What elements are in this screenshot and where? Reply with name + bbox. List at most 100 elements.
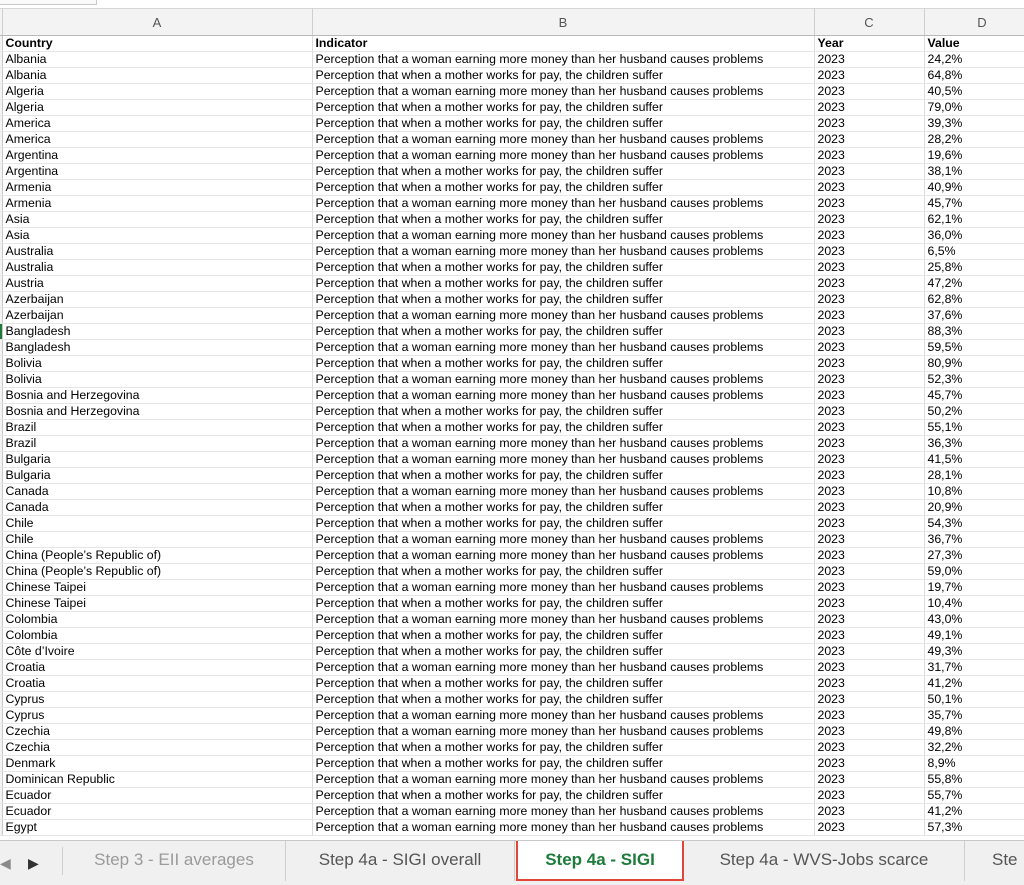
cell-indicator[interactable]: Perception that when a mother works for … — [312, 675, 815, 692]
cell-country[interactable]: Bolivia — [2, 371, 313, 388]
cell-country[interactable]: Côte d’Ivoire — [2, 643, 313, 660]
cell-year[interactable]: 2023 — [814, 739, 925, 756]
cell-year[interactable]: 2023 — [814, 691, 925, 708]
cell-indicator[interactable]: Perception that when a mother works for … — [312, 291, 815, 308]
cell-country-header[interactable]: Country — [2, 35, 313, 52]
cell-indicator[interactable]: Perception that a woman earning more mon… — [312, 451, 815, 468]
cell-value[interactable]: 39,3% — [924, 115, 1024, 132]
cell-indicator[interactable]: Perception that when a mother works for … — [312, 115, 815, 132]
cell-indicator[interactable]: Perception that when a mother works for … — [312, 499, 815, 516]
cell-country[interactable]: Bosnia and Herzegovina — [2, 387, 313, 404]
cell-year[interactable]: 2023 — [814, 195, 925, 212]
cell-indicator[interactable]: Perception that a woman earning more mon… — [312, 707, 815, 724]
cell-value[interactable]: 10,8% — [924, 483, 1024, 500]
cell-country[interactable]: Chile — [2, 531, 313, 548]
cell-country[interactable]: Bangladesh — [2, 339, 313, 356]
cell-year[interactable]: 2023 — [814, 515, 925, 532]
cell-value[interactable]: 49,8% — [924, 723, 1024, 740]
cell-value[interactable]: 62,8% — [924, 291, 1024, 308]
cell-country[interactable]: Brazil — [2, 435, 313, 452]
cell-country[interactable]: Argentina — [2, 147, 313, 164]
cell-country[interactable]: Egypt — [2, 819, 313, 836]
cell-year[interactable]: 2023 — [814, 531, 925, 548]
cell-indicator[interactable]: Perception that when a mother works for … — [312, 691, 815, 708]
cell-country[interactable]: Colombia — [2, 611, 313, 628]
cell-indicator[interactable]: Perception that a woman earning more mon… — [312, 579, 815, 596]
cell-indicator[interactable]: Perception that when a mother works for … — [312, 259, 815, 276]
cell-value[interactable]: 20,9% — [924, 499, 1024, 516]
cell-indicator[interactable]: Perception that a woman earning more mon… — [312, 243, 815, 260]
cell-indicator[interactable]: Perception that when a mother works for … — [312, 99, 815, 116]
cell-year[interactable]: 2023 — [814, 787, 925, 804]
cell-value[interactable]: 19,6% — [924, 147, 1024, 164]
cell-value[interactable]: 52,3% — [924, 371, 1024, 388]
cell-year[interactable]: 2023 — [814, 99, 925, 116]
cell-country[interactable]: Cyprus — [2, 691, 313, 708]
cell-year[interactable]: 2023 — [814, 659, 925, 676]
cell-country[interactable]: Croatia — [2, 675, 313, 692]
cell-year[interactable]: 2023 — [814, 451, 925, 468]
cell-value[interactable]: 35,7% — [924, 707, 1024, 724]
cell-value[interactable]: 25,8% — [924, 259, 1024, 276]
cell-year[interactable]: 2023 — [814, 83, 925, 100]
cell-year[interactable]: 2023 — [814, 179, 925, 196]
cell-value[interactable]: 6,5% — [924, 243, 1024, 260]
cell-year[interactable]: 2023 — [814, 563, 925, 580]
cell-value[interactable]: 88,3% — [924, 323, 1024, 340]
cell-year[interactable]: 2023 — [814, 387, 925, 404]
cell-year[interactable]: 2023 — [814, 675, 925, 692]
cell-value[interactable]: 80,9% — [924, 355, 1024, 372]
cell-country[interactable]: Croatia — [2, 659, 313, 676]
triangle-left-icon[interactable]: ◀ — [0, 855, 11, 872]
cell-country[interactable]: Colombia — [2, 627, 313, 644]
cell-indicator[interactable]: Perception that when a mother works for … — [312, 355, 815, 372]
cell-year[interactable]: 2023 — [814, 339, 925, 356]
cell-value[interactable]: 62,1% — [924, 211, 1024, 228]
cell-indicator[interactable]: Perception that a woman earning more mon… — [312, 803, 815, 820]
cell-country[interactable]: Ecuador — [2, 787, 313, 804]
cell-country[interactable]: Azerbaijan — [2, 307, 313, 324]
cell-country[interactable]: Czechia — [2, 739, 313, 756]
cell-year[interactable]: 2023 — [814, 771, 925, 788]
cell-indicator[interactable]: Perception that a woman earning more mon… — [312, 547, 815, 564]
cell-country[interactable]: China (People’s Republic of) — [2, 563, 313, 580]
cell-value[interactable]: 32,2% — [924, 739, 1024, 756]
cell-country[interactable]: Bosnia and Herzegovina — [2, 403, 313, 420]
cell-indicator[interactable]: Perception that a woman earning more mon… — [312, 435, 815, 452]
cell-indicator[interactable]: Perception that when a mother works for … — [312, 419, 815, 436]
cell-value[interactable]: 55,1% — [924, 419, 1024, 436]
cell-country[interactable]: Albania — [2, 67, 313, 84]
cell-country[interactable]: Dominican Republic — [2, 771, 313, 788]
cell-indicator[interactable]: Perception that a woman earning more mon… — [312, 147, 815, 164]
cell-indicator[interactable]: Perception that a woman earning more mon… — [312, 723, 815, 740]
cell-country[interactable]: Australia — [2, 259, 313, 276]
cell-year[interactable]: 2023 — [814, 595, 925, 612]
cell-year[interactable]: 2023 — [814, 707, 925, 724]
cell-indicator[interactable]: Perception that when a mother works for … — [312, 179, 815, 196]
cell-country[interactable]: Cyprus — [2, 707, 313, 724]
cell-country[interactable]: Asia — [2, 227, 313, 244]
cell-year[interactable]: 2023 — [814, 483, 925, 500]
cell-country[interactable]: Azerbaijan — [2, 291, 313, 308]
cell-value[interactable]: 55,8% — [924, 771, 1024, 788]
cell-value[interactable]: 24,2% — [924, 51, 1024, 68]
cell-indicator[interactable]: Perception that a woman earning more mon… — [312, 371, 815, 388]
cell-indicator[interactable]: Perception that a woman earning more mon… — [312, 195, 815, 212]
cell-year[interactable]: 2023 — [814, 67, 925, 84]
cell-year[interactable]: 2023 — [814, 547, 925, 564]
cell-year[interactable]: 2023 — [814, 355, 925, 372]
cell-value[interactable]: 54,3% — [924, 515, 1024, 532]
triangle-right-icon[interactable]: ▶ — [28, 855, 39, 872]
tab-step4a-sigi[interactable]: Step 4a - SIGI — [516, 841, 684, 881]
cell-indicator[interactable]: Perception that a woman earning more mon… — [312, 339, 815, 356]
cell-year[interactable]: 2023 — [814, 819, 925, 836]
cell-year[interactable]: 2023 — [814, 211, 925, 228]
cell-value[interactable]: 49,1% — [924, 627, 1024, 644]
cell-value[interactable]: 59,5% — [924, 339, 1024, 356]
cell-value[interactable]: 36,7% — [924, 531, 1024, 548]
cell-year[interactable]: 2023 — [814, 259, 925, 276]
cell-value[interactable]: 45,7% — [924, 387, 1024, 404]
cell-indicator[interactable]: Perception that when a mother works for … — [312, 627, 815, 644]
cell-year[interactable]: 2023 — [814, 419, 925, 436]
cell-indicator[interactable]: Perception that when a mother works for … — [312, 323, 815, 340]
